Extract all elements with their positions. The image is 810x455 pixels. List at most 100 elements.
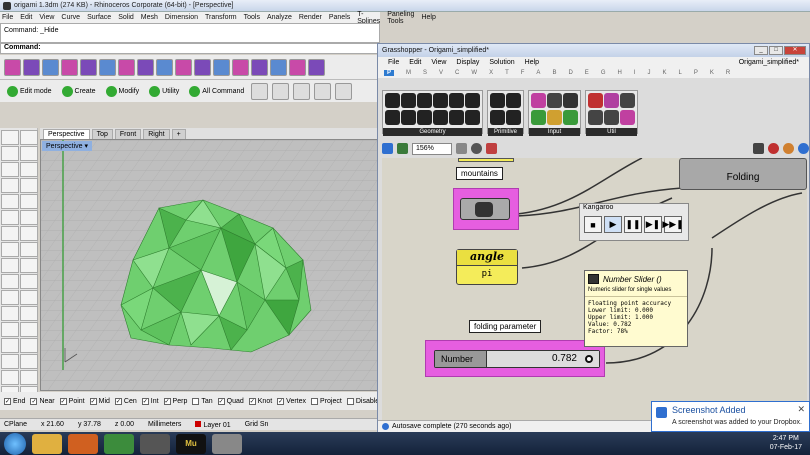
rhino-menu-help[interactable]: Help [421, 14, 435, 21]
command-prompt[interactable]: Command: [0, 43, 380, 54]
preview-color-icon[interactable] [783, 143, 794, 154]
left-tool-icon[interactable] [20, 130, 38, 145]
category-tab-l[interactable]: L [679, 70, 682, 76]
left-tool-icon[interactable] [20, 226, 38, 241]
rhino-menu-render[interactable]: Render [299, 14, 322, 21]
muse-taskbar-icon[interactable]: Mu [176, 433, 206, 454]
osnap-disable[interactable]: Disable [346, 397, 379, 405]
zoom-level[interactable]: 156% [412, 142, 452, 155]
category-tab-p[interactable]: P [694, 70, 698, 76]
left-tool-icon[interactable] [1, 130, 19, 145]
osnap-tan[interactable]: Tan [192, 397, 213, 405]
left-tool-icon[interactable] [20, 338, 38, 353]
category-tab-m[interactable]: M [406, 70, 411, 76]
osnap-int[interactable]: ✓ Int [141, 397, 159, 405]
tab-perspective[interactable]: Perspective [43, 129, 90, 139]
osnap-checkbox[interactable]: ✓ [141, 397, 149, 405]
component-icon[interactable] [417, 93, 432, 108]
gh-menu-solution[interactable]: Solution [489, 59, 514, 66]
viewport-label[interactable]: Perspective ▾ [42, 141, 93, 151]
osnap-checkbox[interactable] [311, 397, 319, 405]
osnap-checkbox[interactable]: ✓ [114, 397, 122, 405]
view-tool-icon[interactable] [251, 82, 269, 100]
gh-menu-edit[interactable]: Edit [409, 59, 421, 66]
preview-mode-icon[interactable] [753, 143, 764, 154]
start-button[interactable] [4, 432, 26, 455]
category-tab-w[interactable]: W [471, 70, 477, 76]
osnap-near[interactable]: ✓ Near [30, 397, 55, 405]
osnap-knot[interactable]: ✓ Knot [248, 397, 272, 405]
toolbar-tool-icon[interactable] [213, 58, 230, 76]
toolbar-tool-icon[interactable] [175, 58, 192, 76]
toolbar-all-command-button[interactable]: All Command [186, 83, 247, 99]
tab-right[interactable]: Right [143, 129, 170, 139]
angle-component[interactable]: angle pi [456, 249, 518, 285]
toolbar-tool-icon[interactable] [42, 58, 59, 76]
view-tool-icon[interactable] [293, 82, 311, 100]
toolbar-utility-button[interactable]: Utility [146, 83, 182, 99]
mountains-group[interactable] [453, 188, 519, 230]
left-tool-icon[interactable] [1, 290, 19, 305]
osnap-checkbox[interactable]: ✓ [89, 397, 97, 405]
category-tab-x[interactable]: X [489, 70, 493, 76]
left-tool-icon[interactable] [1, 194, 19, 209]
open-file-icon[interactable] [382, 143, 393, 154]
component-icon[interactable] [620, 110, 635, 125]
category-tab-h[interactable]: H [617, 70, 621, 76]
left-tool-icon[interactable] [20, 178, 38, 193]
rhino-menu-surface[interactable]: Surface [87, 14, 111, 21]
folding-parameter-group[interactable]: Number 0.782 [425, 340, 605, 377]
toolbar-tool-icon[interactable] [194, 58, 211, 76]
left-tool-icon[interactable] [1, 354, 19, 369]
rhino-menu-edit[interactable]: Edit [20, 14, 32, 21]
left-tool-icon[interactable] [20, 274, 38, 289]
kangaroo-step-button[interactable]: ▶❚ [644, 216, 662, 233]
left-tool-icon[interactable] [1, 306, 19, 321]
component-icon[interactable] [604, 110, 619, 125]
category-tab-i[interactable]: I [634, 70, 636, 76]
left-tool-icon[interactable] [1, 274, 19, 289]
preview-shaded-icon[interactable] [768, 143, 779, 154]
view-tool-icon[interactable] [272, 82, 290, 100]
component-icon[interactable] [449, 110, 464, 125]
dropbox-notification[interactable]: Screenshot Added A screenshot was added … [651, 401, 810, 432]
category-tab-k[interactable]: K [710, 70, 714, 76]
left-tool-icon[interactable] [1, 370, 19, 385]
left-tool-icon[interactable] [1, 162, 19, 177]
component-icon[interactable] [531, 110, 546, 125]
osnap-checkbox[interactable]: ✓ [30, 397, 38, 405]
osnap-checkbox[interactable]: ✓ [248, 397, 256, 405]
units-label[interactable]: Millimeters [148, 421, 181, 428]
rhino-menu-paneling-tools[interactable]: Paneling Tools [387, 11, 414, 25]
osnap-checkbox[interactable]: ✓ [59, 397, 67, 405]
left-tool-icon[interactable] [20, 162, 38, 177]
osnap-point[interactable]: ✓ Point [59, 397, 85, 405]
category-tab-v[interactable]: V [439, 70, 443, 76]
perspective-viewport[interactable]: Perspective ▾ [40, 139, 380, 391]
component-icon[interactable] [547, 110, 562, 125]
component-icon[interactable] [490, 93, 505, 108]
component-icon[interactable] [465, 93, 480, 108]
save-file-icon[interactable] [397, 143, 408, 154]
osnap-project[interactable]: Project [311, 397, 342, 405]
component-icon[interactable] [506, 110, 521, 125]
left-tool-icon[interactable] [20, 306, 38, 321]
slider-track[interactable]: 0.782 [487, 351, 599, 367]
preview-eye-icon[interactable] [471, 143, 482, 154]
display-settings-icon[interactable] [798, 143, 809, 154]
notification-close-icon[interactable]: ✕ [797, 404, 805, 415]
component-icon[interactable] [588, 110, 603, 125]
toolbar-tool-icon[interactable] [137, 58, 154, 76]
toolbar-tool-icon[interactable] [61, 58, 78, 76]
left-tool-icon[interactable] [1, 242, 19, 257]
component-icon[interactable] [465, 110, 480, 125]
tab-front[interactable]: Front [114, 129, 142, 139]
component-icon[interactable] [401, 110, 416, 125]
gh-menu-help[interactable]: Help [525, 59, 539, 66]
toolbar-edit-mode-button[interactable]: Edit mode [4, 83, 55, 99]
osnap-end[interactable]: ✓ End [4, 397, 25, 405]
gh-menu-display[interactable]: Display [456, 59, 479, 66]
toolbar-tool-icon[interactable] [270, 58, 287, 76]
component-icon[interactable] [401, 93, 416, 108]
left-tool-icon[interactable] [1, 178, 19, 193]
